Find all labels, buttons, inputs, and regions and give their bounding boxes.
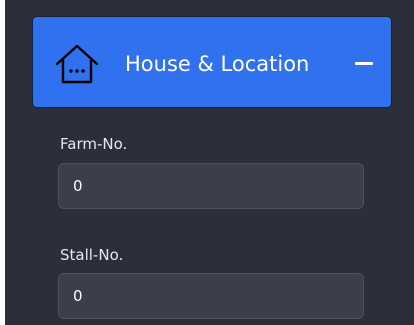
form-panel: House & Location Farm-No. Stall-No. (0, 0, 414, 325)
section-title: House & Location (125, 52, 310, 76)
stall-no-label: Stall-No. (60, 246, 124, 264)
farm-no-input[interactable] (58, 163, 364, 209)
farm-no-label: Farm-No. (60, 135, 128, 153)
section-header-house-location[interactable]: House & Location (32, 16, 392, 108)
minus-icon[interactable] (355, 62, 373, 65)
stall-no-input[interactable] (58, 273, 364, 319)
left-edge-divider (0, 0, 5, 325)
house-icon (53, 42, 101, 86)
